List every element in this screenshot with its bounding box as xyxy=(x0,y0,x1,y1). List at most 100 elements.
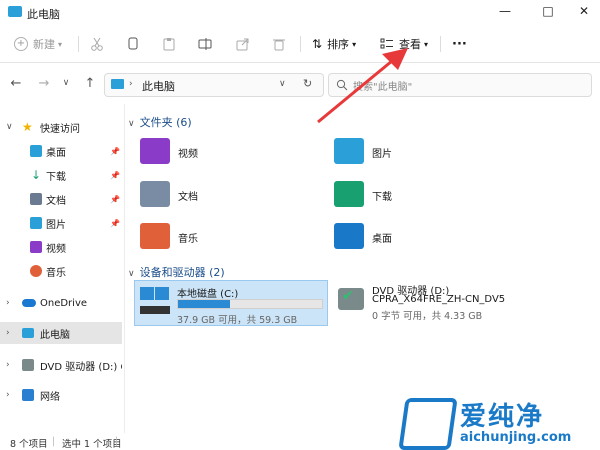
drive-label: CPRA_X64FRE_ZH-CN_DV5 xyxy=(372,294,506,305)
pin-icon: 📌 xyxy=(110,218,120,228)
dvd-icon xyxy=(22,359,34,371)
close-button[interactable]: ✕ xyxy=(565,0,600,22)
download-folder-icon xyxy=(334,181,364,207)
sidebar-item-pictures[interactable]: 图片 📌 xyxy=(0,212,122,234)
sidebar-item-network[interactable]: › 网络 xyxy=(0,384,122,406)
sidebar-item-dvd[interactable]: › DVD 驱动器 (D:) CF xyxy=(0,354,122,376)
sidebar-item-label: 快速访问 xyxy=(40,123,80,135)
group-label: 文件夹 (6) xyxy=(139,116,192,129)
sidebar-item-label: 音乐 xyxy=(46,267,66,279)
sidebar-item-label: 视频 xyxy=(46,243,66,255)
drive-info: 37.9 GB 可用，共 59.3 GB xyxy=(177,315,298,326)
minimize-button[interactable]: — xyxy=(486,0,524,22)
chevron-down-icon: ∨ xyxy=(128,119,135,129)
divider: | xyxy=(115,436,119,447)
share-button[interactable] xyxy=(236,34,250,54)
sidebar-item-label: DVD 驱动器 (D:) CF xyxy=(40,361,122,373)
command-bar: + 新建 ▾ ⇅ 排序 ▾ 查看 ▾ ··· xyxy=(0,26,600,63)
dvd-drive-icon: ✔ xyxy=(338,288,364,310)
rename-button[interactable] xyxy=(198,34,212,54)
pin-icon: 📌 xyxy=(110,170,120,180)
plus-circle-icon: + xyxy=(14,37,28,51)
pin-icon: 📌 xyxy=(110,146,120,156)
picture-folder-icon xyxy=(334,138,364,164)
drive-usage-bar xyxy=(177,299,323,309)
chevron-right-icon: › xyxy=(6,360,10,370)
pane-divider xyxy=(124,104,125,433)
chevron-down-icon: ▾ xyxy=(58,39,63,49)
folder-name: 文档 xyxy=(178,192,198,203)
divider xyxy=(78,36,79,52)
drive-c[interactable]: 本地磁盘 (C:) 37.9 GB 可用，共 59.3 GB xyxy=(134,280,328,326)
desktop-folder-icon xyxy=(334,223,364,249)
chevron-down-icon: ∨ xyxy=(128,269,135,279)
sidebar-item-documents[interactable]: 文档 📌 xyxy=(0,188,122,210)
forward-arrow-icon[interactable]: → xyxy=(34,73,54,93)
chevron-right-icon: › xyxy=(6,298,10,308)
drive-info: 0 字节 可用，共 4.33 GB xyxy=(372,311,483,322)
sidebar-item-videos[interactable]: 视频 xyxy=(0,236,122,258)
sidebar-item-label: 网络 xyxy=(40,391,60,403)
drive-name: 本地磁盘 (C:) xyxy=(177,289,239,300)
folder-name: 音乐 xyxy=(178,234,198,245)
folders-group-header[interactable]: ∨ 文件夹 (6) xyxy=(128,114,192,130)
item-count: 8 个项目 xyxy=(10,439,48,450)
windows-drive-icon xyxy=(140,287,170,315)
copy-button[interactable] xyxy=(126,34,140,54)
navigation-pane: ∨ ★ 快速访问 桌面 📌 ↓ 下载 📌 文档 📌 图片 📌 视频 音乐 › O… xyxy=(0,108,124,433)
scissors-icon xyxy=(91,37,103,51)
copy-icon xyxy=(128,37,138,50)
selection-count: 选中 1 个项目 xyxy=(62,439,122,450)
address-bar[interactable]: › 此电脑 ∨ ↻ xyxy=(104,73,324,97)
navigation-bar: ← → ∨ ↑ › 此电脑 ∨ ↻ 搜索"此电脑" xyxy=(0,63,600,103)
sidebar-item-label: 文档 xyxy=(46,195,66,207)
rename-icon xyxy=(198,38,212,50)
folder-name: 桌面 xyxy=(372,234,392,245)
divider xyxy=(300,36,301,52)
breadcrumb[interactable]: 此电脑 xyxy=(142,78,175,94)
sidebar-item-music[interactable]: 音乐 xyxy=(0,260,122,282)
recent-chevron-icon[interactable]: ∨ xyxy=(56,73,76,93)
sidebar-item-label: 桌面 xyxy=(46,147,66,159)
new-button[interactable]: + 新建 ▾ xyxy=(14,34,62,54)
music-folder-icon xyxy=(140,223,170,249)
drive-d[interactable]: ✔ DVD 驱动器 (D:) CPRA_X64FRE_ZH-CN_DV5 0 字… xyxy=(334,280,534,324)
cut-button[interactable] xyxy=(90,34,104,54)
paste-button[interactable] xyxy=(162,34,176,54)
logo-mark-icon xyxy=(398,398,458,450)
maximize-button[interactable]: □ xyxy=(529,0,567,22)
watermark-logo: 爱纯净 aichunjing.com xyxy=(398,394,594,450)
back-arrow-icon[interactable]: ← xyxy=(6,73,26,93)
drive-usage-fill xyxy=(178,300,230,308)
annotation-arrow xyxy=(317,48,408,124)
more-button[interactable]: ··· xyxy=(452,34,467,54)
paste-icon xyxy=(163,38,175,51)
drives-group-header[interactable]: ∨ 设备和驱动器 (2) xyxy=(128,264,225,280)
sidebar-item-label: 图片 xyxy=(46,219,66,231)
share-icon xyxy=(236,38,249,51)
sidebar-item-label: 下载 xyxy=(46,171,66,183)
sidebar-item-onedrive[interactable]: › OneDrive xyxy=(0,292,122,314)
group-label: 设备和驱动器 (2) xyxy=(139,266,225,279)
desktop-icon xyxy=(30,145,42,157)
video-icon xyxy=(30,241,42,253)
folder-name: 下载 xyxy=(372,192,392,203)
sidebar-item-this-pc[interactable]: › 此电脑 xyxy=(0,322,122,344)
chevron-right-icon: › xyxy=(6,328,10,338)
trash-icon xyxy=(273,39,285,51)
pc-icon xyxy=(111,79,124,89)
sidebar-item-desktop[interactable]: 桌面 📌 xyxy=(0,140,122,162)
divider xyxy=(440,36,441,52)
delete-button[interactable] xyxy=(272,34,286,54)
watermark-brand: 爱纯净 xyxy=(460,402,545,432)
sidebar-item-downloads[interactable]: ↓ 下载 📌 xyxy=(0,164,122,186)
address-dropdown-icon[interactable]: ∨ xyxy=(279,79,286,89)
document-folder-icon xyxy=(140,181,170,207)
star-icon: ★ xyxy=(22,120,33,134)
sidebar-item-quick-access[interactable]: ∨ ★ 快速访问 xyxy=(0,116,122,138)
sidebar-item-label: 此电脑 xyxy=(40,329,70,341)
up-arrow-icon[interactable]: ↑ xyxy=(80,73,100,93)
pc-icon xyxy=(8,6,22,17)
chevron-down-icon: ∨ xyxy=(6,122,13,132)
cloud-icon xyxy=(22,299,36,307)
